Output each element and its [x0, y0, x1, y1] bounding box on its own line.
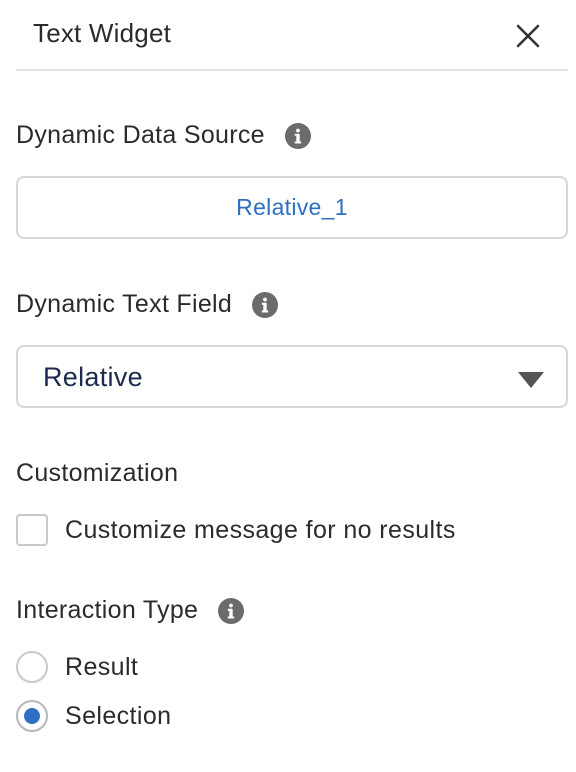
info-icon[interactable] — [284, 122, 311, 149]
interaction-option-result[interactable]: Result — [16, 651, 138, 683]
customization-label: Customization — [16, 459, 179, 487]
result-radio[interactable] — [16, 651, 48, 683]
panel-title: Text Widget — [33, 18, 172, 48]
customize-message-label: Customize message for no results — [65, 515, 456, 544]
close-button[interactable] — [512, 20, 544, 52]
caret-down-icon — [518, 372, 544, 388]
interaction-option-selection[interactable]: Selection — [16, 700, 171, 732]
dynamic-text-field-label: Dynamic Text Field — [16, 290, 279, 319]
result-label: Result — [65, 652, 139, 681]
interaction-type-label: Interaction Type — [16, 596, 245, 625]
select-value: Relative — [43, 362, 143, 392]
dynamic-data-source-button[interactable]: Relative_1 — [16, 176, 568, 239]
text-widget-panel: Text Widget Dynamic Data Source Relative… — [0, 0, 576, 772]
info-icon[interactable] — [252, 291, 279, 318]
close-icon — [516, 24, 540, 48]
info-icon[interactable] — [218, 597, 245, 624]
panel-header: Text Widget — [16, 0, 568, 71]
dynamic-data-source-label: Dynamic Data Source — [16, 121, 311, 150]
customize-message-option[interactable]: Customize message for no results — [16, 514, 456, 546]
selection-radio[interactable] — [16, 700, 48, 732]
dynamic-text-field-select[interactable]: Relative — [16, 345, 568, 408]
customize-message-checkbox[interactable] — [16, 514, 48, 546]
selection-label: Selection — [65, 701, 172, 730]
